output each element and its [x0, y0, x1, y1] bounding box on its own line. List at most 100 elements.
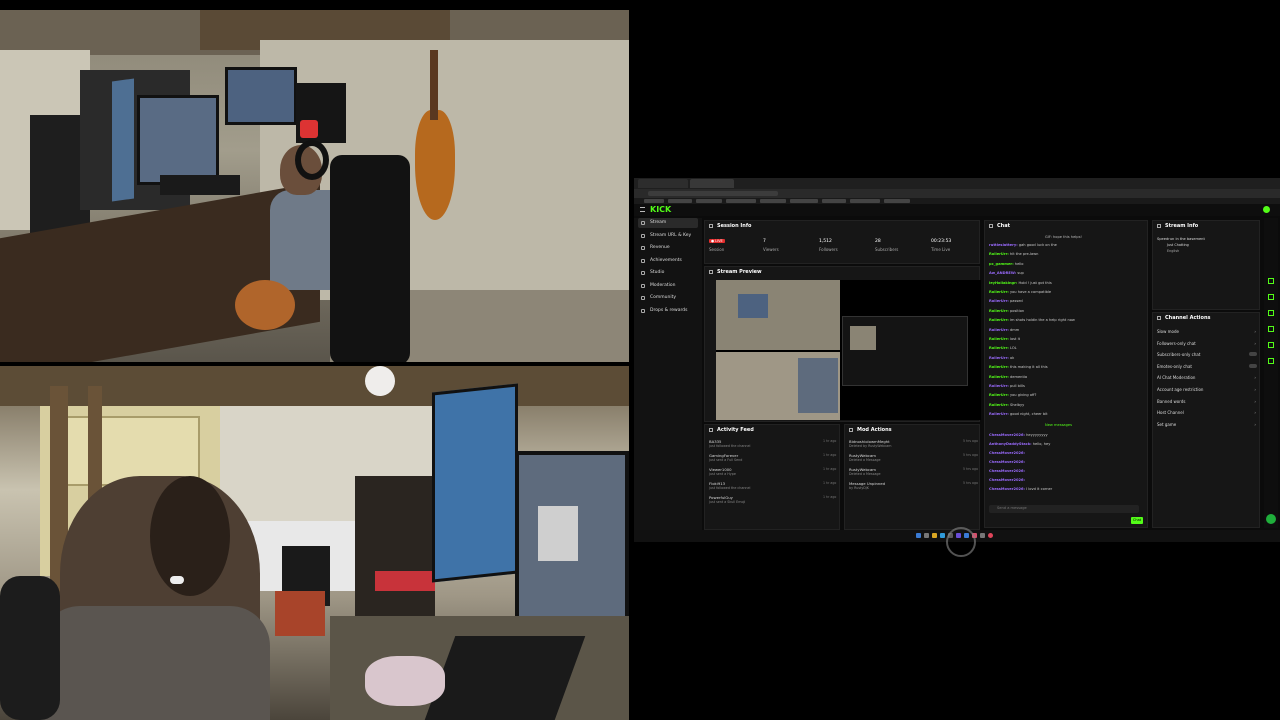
chat-username[interactable]: RollerUrr:: [989, 393, 1009, 397]
kick-logo[interactable]: KICK: [650, 205, 671, 214]
chat-username[interactable]: RollerUrr:: [989, 356, 1009, 360]
chevron-right-icon[interactable]: ›: [1254, 387, 1256, 392]
sidebar-item-moderation[interactable]: Moderation: [638, 281, 698, 291]
chat-send-button[interactable]: Chat: [1131, 517, 1143, 524]
chevron-right-icon[interactable]: ›: [1254, 422, 1256, 427]
pinned-message: GIF: hope this helps!: [1045, 235, 1082, 239]
time-live-stat: 00:23:53 Time Live: [931, 239, 952, 252]
chevron-right-icon[interactable]: ›: [1254, 375, 1256, 380]
bookmark[interactable]: [760, 199, 786, 203]
chat-username[interactable]: ruttleslattery:: [989, 243, 1018, 247]
search-icon[interactable]: [924, 533, 929, 538]
channel-action-item[interactable]: Followers-only chat ›: [1157, 341, 1257, 346]
bookmark[interactable]: [850, 199, 880, 203]
bookmark[interactable]: [644, 199, 664, 203]
list-item: BA335 just followed the channel 1 hr ago: [709, 439, 837, 448]
menu-icon[interactable]: [640, 207, 645, 212]
chat-username[interactable]: ChessMover2026:: [989, 487, 1025, 491]
browser-tab[interactable]: [638, 179, 688, 188]
chat-username[interactable]: RollerUrr:: [989, 299, 1009, 303]
sidebar-item-drops[interactable]: Drops & rewards: [638, 306, 698, 316]
chevron-right-icon[interactable]: ›: [1254, 399, 1256, 404]
bookmark[interactable]: [822, 199, 846, 203]
chat-username[interactable]: Aw_ANDREW:: [989, 271, 1016, 275]
bookmark[interactable]: [884, 199, 910, 203]
chat-username[interactable]: RollerUrr:: [989, 309, 1009, 313]
bookmark[interactable]: [726, 199, 756, 203]
rail-icon[interactable]: [1268, 294, 1274, 300]
rail-icon[interactable]: [1268, 358, 1274, 364]
new-messages-divider[interactable]: New messages: [1045, 423, 1072, 427]
chevron-right-icon[interactable]: ›: [1254, 410, 1256, 415]
chat-username[interactable]: RollerUrr:: [989, 318, 1009, 322]
shield-icon: [641, 284, 645, 288]
help-icon[interactable]: [1266, 514, 1276, 524]
channel-action-item[interactable]: Host Channel ›: [1157, 410, 1257, 415]
sidebar-item-achievements[interactable]: Achievements: [638, 256, 698, 266]
sidebar-item-community[interactable]: Community: [638, 293, 698, 303]
app-icon[interactable]: [980, 533, 985, 538]
rail-icon[interactable]: [1268, 326, 1274, 332]
channel-action-item[interactable]: Set game ›: [1157, 422, 1257, 427]
toggle-switch[interactable]: [1249, 352, 1257, 357]
channel-action-item[interactable]: Account age restriction ›: [1157, 387, 1257, 392]
bookmark[interactable]: [696, 199, 722, 203]
chat-username[interactable]: RollerUrr:: [989, 403, 1009, 407]
browser-icon[interactable]: [940, 533, 945, 538]
sword-icon: [849, 428, 853, 432]
channel-action-label: Subscribers-only chat: [1157, 352, 1201, 358]
channel-action-label: Slow mode: [1157, 329, 1179, 334]
channel-action-item[interactable]: Subscribers-only chat: [1157, 352, 1257, 357]
chat-message: RollerUrr: pull bills: [989, 384, 1025, 388]
folder-icon[interactable]: [932, 533, 937, 538]
chat-username[interactable]: ChessMover2026:: [989, 451, 1025, 455]
rail-icon[interactable]: [1268, 342, 1274, 348]
chat-input[interactable]: Send a message: [989, 505, 1139, 513]
channel-action-item[interactable]: Banned words ›: [1157, 399, 1257, 404]
stream-title: Speedrun in the basement: [1157, 237, 1205, 241]
sidebar-item-revenue[interactable]: Revenue: [638, 243, 698, 253]
chat-username[interactable]: ChessMover2026:: [989, 478, 1025, 482]
url-field[interactable]: [648, 191, 778, 196]
chat-username[interactable]: RollerUrr:: [989, 328, 1009, 332]
channel-action-item[interactable]: AI Chat Moderation ›: [1157, 375, 1257, 380]
start-icon[interactable]: [916, 533, 921, 538]
channel-action-item[interactable]: Emotes-only chat: [1157, 363, 1257, 369]
chat-username[interactable]: RollerUrr:: [989, 412, 1009, 416]
stream-preview-video[interactable]: [716, 280, 981, 420]
chevron-right-icon[interactable]: ›: [1254, 329, 1256, 334]
chat-username[interactable]: RollerUrr:: [989, 290, 1009, 294]
chat-username[interactable]: AnthonyDaddyStack:: [989, 442, 1032, 446]
chat-username[interactable]: ChessMover2026:: [989, 433, 1025, 437]
sidebar-item-stream-key[interactable]: Stream URL & Key: [638, 231, 698, 241]
chat-message: RollerUrr: dementia: [989, 375, 1027, 379]
viewers-stat: 7 Viewers: [763, 239, 779, 252]
rail-icon[interactable]: [1268, 310, 1274, 316]
kick-header: KICK: [634, 204, 1280, 216]
chat-text: lost it: [1009, 337, 1020, 341]
chat-message: RollerUrr: lost it: [989, 337, 1020, 341]
chat-username[interactable]: RollerUrr:: [989, 337, 1009, 341]
chevron-right-icon[interactable]: ›: [1254, 341, 1256, 346]
chat-username[interactable]: RollerUrr:: [989, 384, 1009, 388]
chat-text: this making it all this: [1009, 365, 1048, 370]
avatar[interactable]: [1263, 206, 1270, 213]
bookmark[interactable]: [668, 199, 692, 203]
chat-username[interactable]: pc_gammer:: [989, 262, 1014, 266]
chat-username[interactable]: RollerUrr:: [989, 365, 1009, 369]
browser-tab[interactable]: [690, 179, 734, 188]
rail-icon[interactable]: [1268, 278, 1274, 284]
chat-username[interactable]: ChessMover2026:: [989, 469, 1025, 473]
channel-action-item[interactable]: Slow mode ›: [1157, 329, 1257, 334]
bookmark[interactable]: [790, 199, 818, 203]
chat-username[interactable]: RollerUrr:: [989, 252, 1009, 256]
toggle-switch[interactable]: [1249, 363, 1257, 368]
chat-username[interactable]: ChessMover2026:: [989, 460, 1025, 464]
chat-username[interactable]: RollerUrr:: [989, 346, 1009, 350]
sidebar-item-studio[interactable]: Studio: [638, 268, 698, 278]
chat-username[interactable]: RollerUrr:: [989, 375, 1009, 379]
sidebar-item-stream[interactable]: Stream: [638, 218, 698, 228]
chat-username[interactable]: leyHollakingr:: [989, 281, 1017, 285]
app-icon[interactable]: [988, 533, 993, 538]
browser-address-bar[interactable]: [634, 189, 1280, 198]
